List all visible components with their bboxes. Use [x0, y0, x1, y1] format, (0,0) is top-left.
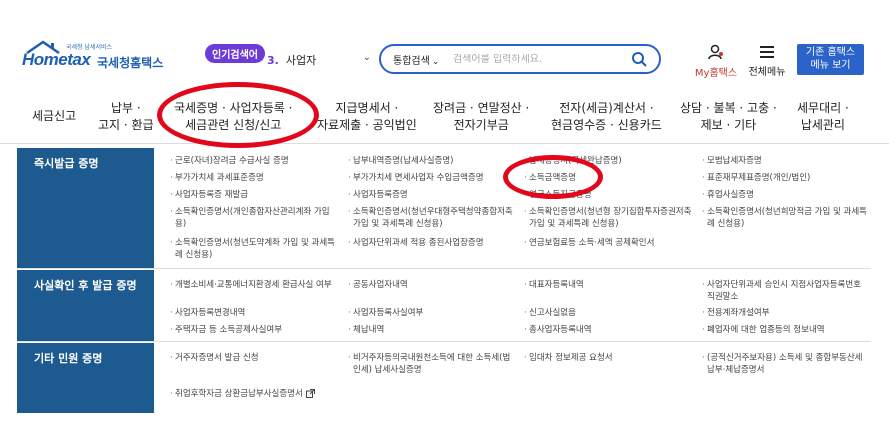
search-type-label: 통합검색	[393, 55, 430, 67]
external-link-icon	[305, 389, 315, 398]
list-item[interactable]: 대표자등록내역	[524, 279, 699, 291]
list-item[interactable]: 공동사업자내역	[348, 279, 513, 291]
all-menu-button[interactable]: 전체메뉴	[746, 44, 788, 78]
popular-rank: 3.	[267, 53, 279, 67]
chevron-down-icon: ⌄	[362, 52, 371, 63]
gnb-incentives[interactable]: 장려금 · 연말정산 · 전자기부금	[433, 100, 529, 134]
list-item[interactable]: 전용계좌개설여부	[702, 307, 867, 319]
list-item[interactable]: 연금보험료등 소득·세액 공제확인서	[524, 237, 699, 249]
list-item[interactable]: 비거주자등의국내원천소득에 대한 소득세(법인세) 납세사실증명	[348, 352, 513, 376]
list-item[interactable]: 취업후학자금 상환금납부사실증명서	[170, 388, 350, 400]
list-item[interactable]: 부가가치세 과세표준증명	[170, 172, 335, 184]
submenu-table: 즉시발급 증명 근로(자녀)장려금 수급사실 증명 부가가치세 과세표준증명 사…	[17, 148, 871, 429]
gnb-label: 납부 ·	[110, 101, 141, 115]
logo-korean-name: 국세청홈택스	[97, 56, 164, 70]
list-item[interactable]: 근로(자녀)장려금 수급사실 증명	[170, 155, 335, 167]
list-item[interactable]: (공적신거주보자용) 소득세 및 종합부동산세 납부·체납증명서	[702, 352, 867, 376]
list-item[interactable]: 사업자등록증명	[348, 189, 513, 201]
section-instant-issue: 즉시발급 증명 근로(자녀)장려금 수급사실 증명 부가가치세 과세표준증명 사…	[17, 148, 871, 269]
popular-search-select[interactable]: 3. 사업자 ⌄	[267, 50, 373, 70]
list-item[interactable]: 사업자단위과세 적용 종된사업장증명	[348, 237, 513, 249]
list-item[interactable]: 표준재무제표증명(개인/법인)	[702, 172, 867, 184]
list-item[interactable]: 총사업자등록내역	[524, 324, 699, 336]
list-item[interactable]: 신고사실없음	[524, 307, 699, 319]
gnb-label: 세금관련 신청/신고	[185, 118, 282, 132]
search-type-select[interactable]: 통합검색 ⌄	[381, 52, 453, 67]
section-verified-issue: 사실확인 후 발급 증명 개별소비세·교통에너지환경세 환급사실 여부 사업자등…	[17, 270, 871, 342]
popular-search-badge: 인기검색어	[205, 44, 265, 63]
list-item[interactable]: 납부내역증명(납세사실증명)	[348, 155, 513, 167]
list-item[interactable]: 납세증명서(국세완납증명)	[524, 155, 699, 167]
gnb-label: 장려금 · 연말정산 ·	[433, 101, 530, 115]
my-hometax-button[interactable]: My홈택스	[691, 44, 741, 79]
gnb-label: 국세증명 · 사업자등록 ·	[174, 101, 293, 115]
list-item[interactable]: 소득확인증명서(개인종합자산관리계좌 가입용)	[170, 206, 335, 230]
section-title: 사실확인 후 발급 증명	[17, 270, 154, 341]
list-item[interactable]: 연금소득지급증명	[524, 189, 699, 201]
logo-text: Hometax	[22, 50, 91, 69]
list-item[interactable]: 사업자등록사실여부	[348, 307, 513, 319]
gnb-label: 고지 · 환급	[98, 118, 154, 132]
popular-term: 사업자	[285, 54, 317, 67]
search-input[interactable]	[453, 53, 618, 65]
list-item[interactable]: 사업자등록증 재발급	[170, 189, 335, 201]
gnb-tax-agent[interactable]: 세무대리 · 납세관리	[797, 100, 849, 134]
gnb-label: 상담 · 불복 · 고충 ·	[680, 101, 777, 115]
gnb-certificates[interactable]: 국세증명 · 사업자등록 · 세금관련 신청/신고	[174, 100, 292, 134]
section-other-civil: 기타 민원 증명 거주자증명서 발급 신청 취업후학자금 상환금납부사실증명서 …	[17, 343, 871, 413]
gnb-label: 현금영수증 · 신용카드	[551, 118, 662, 132]
gnb-label: 전자(세금)계산서 ·	[559, 101, 654, 115]
list-item[interactable]: 개별소비세·교통에너지환경세 환급사실 여부	[170, 279, 335, 291]
chevron-down-icon: ⌄	[431, 56, 440, 67]
classic-menu-label-line1: 기존 홈택스	[805, 47, 856, 58]
list-item[interactable]: 부가가치세 면세사업자 수입금액증명	[348, 172, 513, 184]
all-menu-label: 전체메뉴	[748, 67, 786, 78]
gnb-e-invoice[interactable]: 전자(세금)계산서 · 현금영수증 · 신용카드	[551, 100, 662, 134]
main-navigation: 세금신고 납부 · 고지 · 환급 국세증명 · 사업자등록 · 세금관련 신청…	[0, 86, 889, 144]
gnb-label: 지급명세서 ·	[335, 101, 399, 115]
list-item[interactable]: 소득금액증명	[524, 172, 699, 184]
list-item[interactable]: 소득확인증명서(청년형 장기집합투자증권저축 가입 및 과세특례 신청용)	[524, 206, 699, 230]
search-box: 통합검색 ⌄	[379, 44, 661, 74]
list-item[interactable]: 휴업사실증명	[702, 189, 867, 201]
list-item-label: 취업후학자금 상환금납부사실증명서	[175, 389, 303, 399]
list-item[interactable]: 모범납세자증명	[702, 155, 867, 167]
gnb-label: 전자기부금	[453, 118, 509, 132]
gnb-label: 제보 · 기타	[700, 118, 757, 132]
header: 국세청 납세서비스 Hometax 국세청홈택스 인기검색어 3. 사업자 ⌄ …	[0, 0, 889, 86]
classic-menu-label-line2: 메뉴 보기	[810, 60, 851, 71]
my-hometax-label: My홈택스	[694, 68, 738, 79]
gnb-label: 납세관리	[800, 118, 845, 132]
gnb-label: 세금신고	[32, 109, 77, 123]
list-item[interactable]: 소득확인증명서(청년우대형주택청약종합저축 가입 및 과세특례 신청용)	[348, 206, 513, 230]
hometax-logo[interactable]: 국세청 납세서비스 Hometax 국세청홈택스	[22, 40, 172, 74]
gnb-payment[interactable]: 납부 · 고지 · 환급	[98, 100, 154, 134]
list-item[interactable]: 사업자단위과세 승인시 지점사업자등록번호 직권말소	[702, 279, 867, 303]
section-title: 기타 민원 증명	[17, 343, 154, 413]
gnb-payment-statements[interactable]: 지급명세서 · 자료제출 · 공익법인	[317, 100, 417, 134]
gnb-label: 자료제출 · 공익법인	[317, 118, 417, 132]
section-title: 즉시발급 증명	[17, 148, 154, 268]
list-item[interactable]: 임대차 정보제공 요청서	[524, 352, 699, 364]
user-icon	[708, 44, 723, 60]
list-item[interactable]: 거주자증명서 발급 신청	[170, 352, 335, 364]
gnb-consulting[interactable]: 상담 · 불복 · 고충 · 제보 · 기타	[680, 100, 777, 134]
list-item[interactable]: 주택자금 등 소득공제사실여부	[170, 324, 335, 336]
list-item[interactable]: 체납내역	[348, 324, 513, 336]
list-item[interactable]: 사업자등록변경내역	[170, 307, 335, 319]
hamburger-icon	[760, 46, 774, 58]
gnb-tax-filing[interactable]: 세금신고	[32, 108, 76, 125]
list-item[interactable]: 폐업자에 대한 업종등의 정보내역	[702, 324, 867, 336]
classic-menu-button[interactable]: 기존 홈택스 메뉴 보기	[797, 44, 864, 75]
list-item[interactable]: 소득확인증명서(청년도약계좌 가입 및 과세특례 신청용)	[170, 237, 335, 261]
gnb-label: 세무대리 ·	[797, 101, 849, 115]
search-icon[interactable]	[631, 51, 647, 67]
list-item[interactable]: 소득확인증명서(청년희망적금 가입 및 과세특례 신청용)	[702, 206, 867, 230]
